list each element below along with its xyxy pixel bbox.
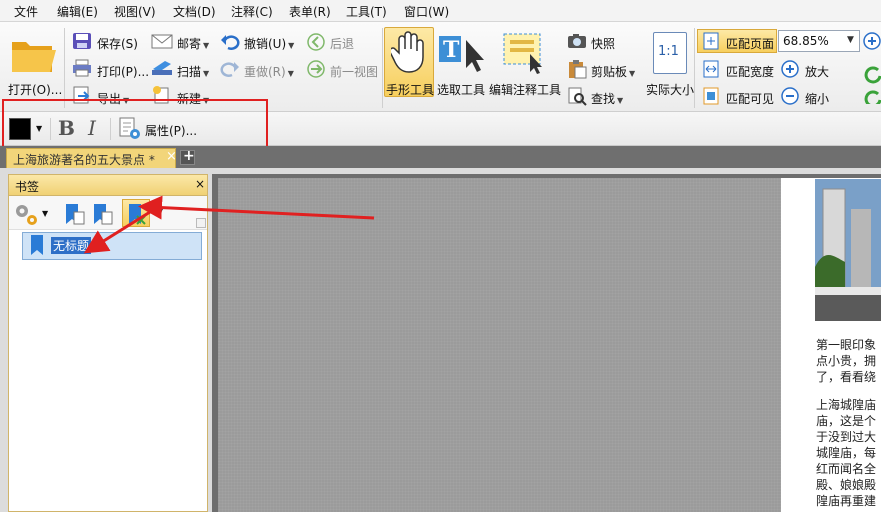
annotation-arrows bbox=[83, 195, 375, 254]
arrow-to-bookmark-item bbox=[83, 210, 151, 254]
arrow-to-bookmark-button bbox=[138, 195, 375, 220]
